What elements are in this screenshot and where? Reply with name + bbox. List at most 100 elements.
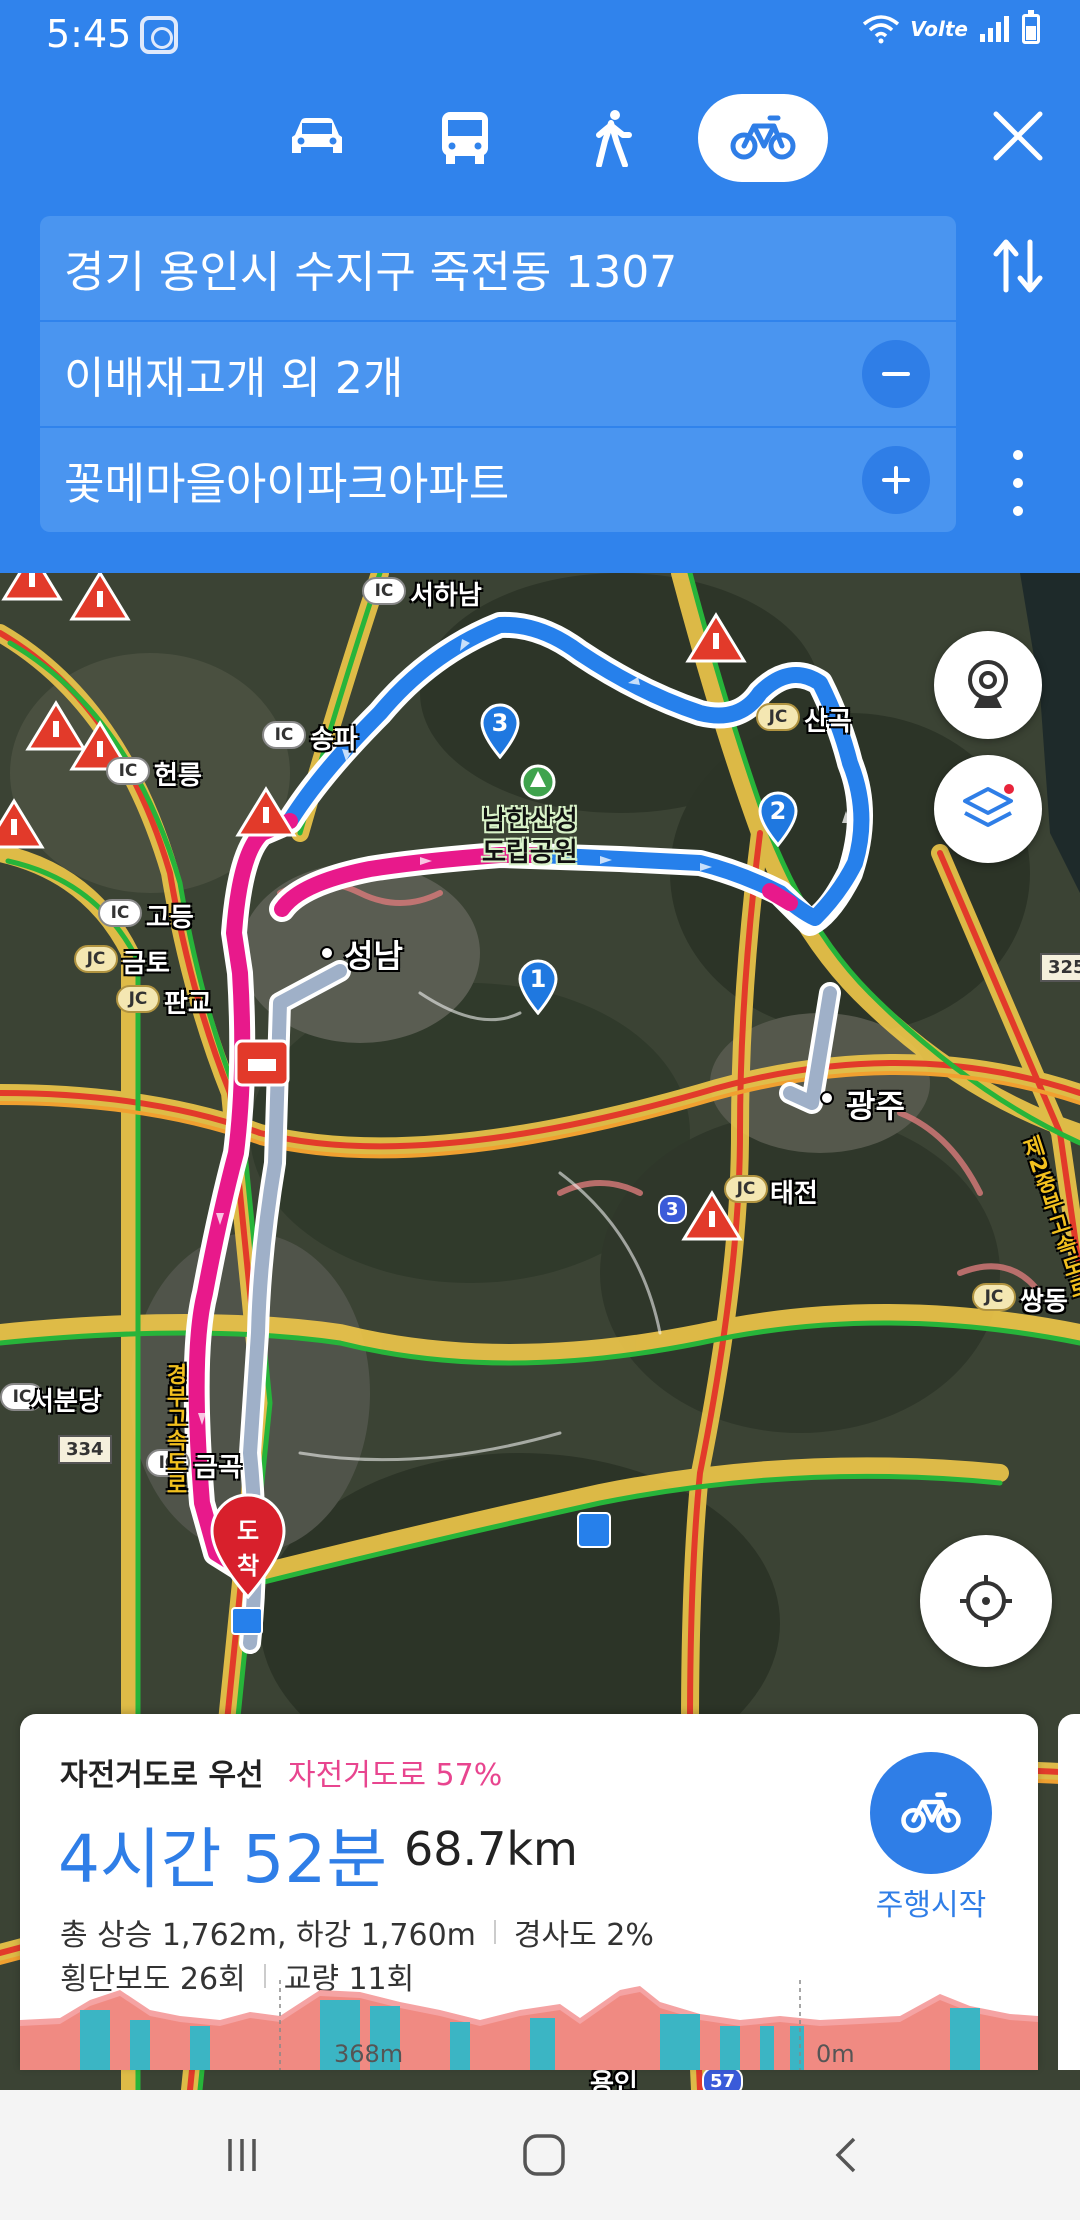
elevation-min-label: 0m	[816, 2040, 855, 2068]
waypoint-number: 1	[529, 965, 547, 993]
map-label-godeung: 고등	[146, 903, 194, 933]
add-waypoint-button[interactable]	[862, 446, 930, 514]
mode-bicycle-button[interactable]	[698, 94, 828, 182]
crosshair-icon	[960, 1575, 1012, 1627]
jc-badge: JC	[74, 945, 118, 973]
plus-icon	[882, 466, 910, 494]
waypoint-3-pin[interactable]: 3	[478, 701, 522, 760]
back-icon	[835, 2137, 856, 2173]
destination-text: 꽃메마을아이파크아파트	[64, 459, 510, 510]
more-dot-icon	[1013, 478, 1023, 488]
start-ride-button[interactable]	[870, 1752, 992, 1874]
status-time: 5:45	[46, 12, 132, 56]
close-icon	[993, 111, 1043, 161]
signal-icon	[980, 16, 1009, 42]
more-dot-icon	[1013, 450, 1023, 460]
bicycle-icon	[901, 1792, 961, 1833]
waypoint-text: 이배재고개 외 2개	[64, 353, 404, 404]
destination-field[interactable]: 꽃메마을아이파크아파트	[40, 428, 956, 532]
wifi-icon	[863, 15, 900, 44]
swap-route-button[interactable]	[988, 236, 1048, 296]
ic-badge: IC	[98, 899, 142, 927]
map-label-seoha: 서하남	[410, 581, 482, 611]
mode-car-button[interactable]	[252, 94, 382, 182]
app-notification-icon	[140, 16, 178, 54]
ic-badge: IC	[106, 757, 150, 785]
map-label-taejeon: 태전	[770, 1179, 818, 1209]
more-options-button[interactable]	[998, 450, 1038, 516]
layers-icon	[963, 784, 1014, 827]
map-label-gwangju: 광주	[846, 1087, 905, 1125]
battery-icon	[1022, 10, 1040, 44]
status-bar: 5:45 Volte	[0, 0, 1080, 70]
waypoint-number: 2	[769, 797, 787, 825]
route-summary-card[interactable]: 자전거도로 우선 자전거도로 57% 4시간 52분 68.7km 총 상승 1…	[20, 1714, 1038, 2070]
car-icon	[292, 118, 342, 153]
bike-path-ratio: 자전거도로 57%	[288, 1758, 503, 1793]
ic-badge: IC	[262, 721, 306, 749]
road-number-57: 57	[702, 2067, 744, 2090]
map-label-geumgok: 금곡	[194, 1453, 242, 1483]
origin-field[interactable]: 경기 용인시 수지구 죽전동 1307	[40, 216, 956, 320]
route-distance: 68.7km	[404, 1822, 578, 1876]
directions-header: 5:45 Volte 경기 용인시 수지구 죽전동 1307 이배재고개 외 2…	[0, 0, 1080, 573]
route-duration: 4시간 52분	[58, 1821, 388, 1898]
recent-apps-icon	[228, 2139, 256, 2171]
map-label-seongnam: 성남	[344, 937, 403, 975]
start-ride-label[interactable]: 주행시작	[850, 1880, 1012, 1924]
slope-info: 경사도 2%	[513, 1918, 654, 1953]
map-layers-button[interactable]	[934, 755, 1042, 863]
cctv-icon	[968, 660, 1008, 708]
origin-text: 경기 용인시 수지구 죽전동 1307	[64, 247, 678, 298]
elevation-info: 총 상승 1,762m, 하강 1,760m 경사도 2%	[60, 1910, 654, 1954]
road-number-3: 3	[658, 1195, 687, 1224]
map-label-sangok: 산곡	[804, 707, 852, 737]
jc-badge: JC	[116, 985, 160, 1013]
destination-pin-label: 도착	[236, 1517, 260, 1580]
waypoint-1-pin[interactable]: 1	[516, 957, 560, 1016]
waypoint-2-pin[interactable]: 2	[756, 789, 800, 848]
map-label-songpa: 송파	[310, 725, 358, 755]
waypoint-number: 3	[491, 709, 509, 737]
elevation-profile-graph	[20, 1980, 1038, 2070]
jc-badge: JC	[972, 1283, 1016, 1311]
home-icon	[523, 2134, 565, 2176]
park-label-line1: 남한산성	[482, 806, 578, 836]
current-location-button[interactable]	[920, 1535, 1052, 1667]
swap-arrows-icon	[993, 239, 1043, 293]
mode-bus-button[interactable]	[400, 94, 530, 182]
next-route-card-peek[interactable]	[1058, 1714, 1080, 2070]
jc-badge: JC	[756, 703, 800, 731]
recent-apps-button[interactable]	[202, 2120, 282, 2190]
ic-badge: IC	[362, 577, 406, 605]
road-label-gyeongbu: 경부고속도로	[162, 1363, 187, 1495]
status-icons: Volte	[862, 10, 1040, 44]
map-label-heolleung: 헌릉	[154, 761, 202, 791]
bicycle-icon	[730, 115, 796, 160]
cctv-button[interactable]	[934, 631, 1042, 739]
route-type-label: 자전거도로 우선	[60, 1758, 264, 1793]
more-dot-icon	[1013, 506, 1023, 516]
home-button[interactable]	[504, 2120, 584, 2190]
map-label-seobundang: 서분당	[30, 1387, 102, 1417]
remove-waypoint-button[interactable]	[862, 340, 930, 408]
park-label-line2: 도립공원	[482, 838, 578, 868]
walk-icon	[596, 110, 632, 167]
close-button[interactable]	[986, 104, 1050, 168]
elevation-gain-loss: 총 상승 1,762m, 하강 1,760m	[60, 1918, 476, 1953]
map-label-namhansanseong: 남한산성 도립공원	[482, 805, 578, 869]
waypoint-field[interactable]: 이배재고개 외 2개	[40, 322, 956, 426]
system-navigation-bar	[0, 2090, 1080, 2220]
road-number-325: 325	[1040, 953, 1080, 982]
elevation-max-label: 368m	[334, 2040, 404, 2068]
volte-indicator: Volte	[910, 17, 968, 41]
divider	[493, 1920, 496, 1944]
mode-walk-button[interactable]	[548, 94, 678, 182]
jc-badge: JC	[724, 1175, 768, 1203]
road-number-334: 334	[58, 1435, 112, 1464]
minus-icon	[882, 372, 910, 376]
map-label-geumto: 금토	[122, 949, 170, 979]
map-label-pangyo: 판교	[164, 989, 212, 1019]
bus-icon	[442, 112, 488, 164]
back-button[interactable]	[808, 2120, 888, 2190]
